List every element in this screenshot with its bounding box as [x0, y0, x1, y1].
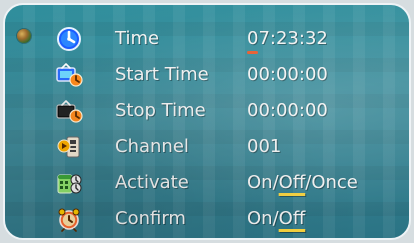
- time-cursor-digit: 0: [247, 28, 259, 54]
- time-rest: 7:23:32: [258, 28, 328, 49]
- calendar-activate-icon: [55, 170, 83, 196]
- film-clock-icon: [55, 98, 83, 124]
- menu-row-time[interactable]: Time 07:23:32: [5, 25, 409, 54]
- tv-clock-icon: [55, 62, 83, 88]
- stop-time-value[interactable]: 00:00:00: [247, 99, 328, 123]
- channel-icon: [55, 134, 83, 160]
- menu-row-confirm[interactable]: Confirm On/Off: [5, 205, 409, 233]
- row-label: Channel: [115, 136, 189, 157]
- menu-row-channel[interactable]: Channel 001: [5, 133, 409, 161]
- activate-option-off[interactable]: Off: [279, 172, 306, 193]
- menu-row-start-time[interactable]: Start Time 00:00:00: [5, 61, 409, 89]
- row-label: Confirm: [115, 208, 186, 229]
- start-time-value[interactable]: 00:00:00: [247, 63, 328, 87]
- menu-row-stop-time[interactable]: Stop Time 00:00:00: [5, 97, 409, 125]
- confirm-option-on[interactable]: On: [247, 208, 273, 229]
- activate-option-on[interactable]: On: [247, 172, 273, 193]
- timer-settings-panel: Time 07:23:32 Start Time 00:00:00 Stop T…: [3, 3, 411, 240]
- row-label: Start Time: [115, 64, 209, 85]
- row-label: Time: [115, 28, 160, 49]
- activate-options[interactable]: On/Off/Once: [247, 171, 358, 195]
- confirm-option-off[interactable]: Off: [279, 208, 306, 229]
- clock-icon: [55, 26, 83, 52]
- menu-row-activate[interactable]: Activate On/Off/Once: [5, 169, 409, 197]
- time-value[interactable]: 07:23:32: [247, 27, 328, 54]
- row-label: Stop Time: [115, 100, 206, 121]
- confirm-options[interactable]: On/Off: [247, 207, 305, 231]
- alarm-clock-icon: [55, 206, 83, 232]
- channel-value[interactable]: 001: [247, 135, 281, 159]
- activate-option-once[interactable]: Once: [311, 172, 358, 193]
- row-label: Activate: [115, 172, 189, 193]
